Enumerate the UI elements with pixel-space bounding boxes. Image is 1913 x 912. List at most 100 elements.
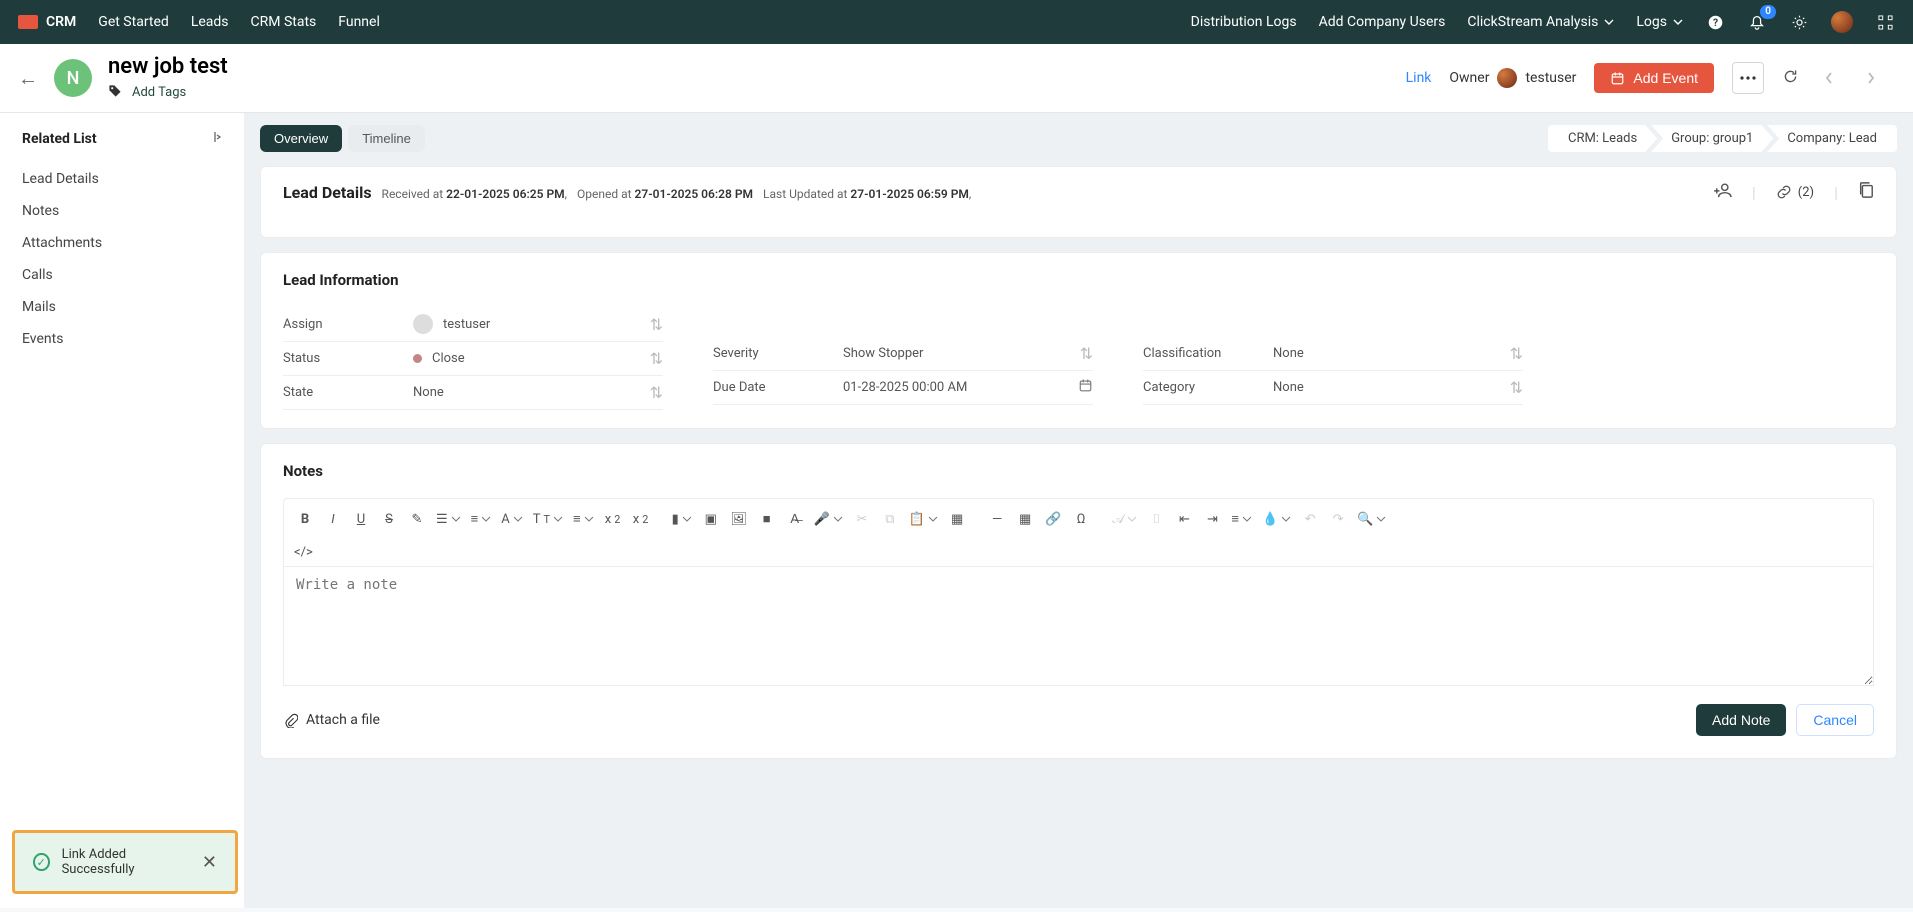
nav-clickstream-dropdown[interactable]: ClickStream Analysis: [1467, 14, 1614, 30]
settings-icon[interactable]: [1789, 12, 1809, 32]
paste-icon[interactable]: 📋: [905, 505, 942, 533]
back-arrow[interactable]: ←: [18, 66, 38, 91]
ul-list-icon[interactable]: ☰: [432, 505, 465, 533]
image-icon[interactable]: 🖼: [726, 505, 752, 533]
toast-close-icon[interactable]: ✕: [202, 852, 217, 873]
superscript-icon[interactable]: x2: [600, 505, 626, 533]
hr-icon[interactable]: —: [984, 505, 1010, 533]
prev-record-arrow[interactable]: [1817, 66, 1841, 90]
chevron-down-icon: [1604, 17, 1614, 27]
add-note-button[interactable]: Add Note: [1696, 704, 1786, 736]
sidebar-item-lead-details[interactable]: Lead Details: [22, 163, 222, 195]
script-a-icon[interactable]: 𝒜: [1108, 505, 1141, 533]
nav-logs-dropdown[interactable]: Logs: [1636, 14, 1683, 30]
note-actions: Add Note Cancel: [1696, 704, 1874, 736]
cut-icon[interactable]: ✂: [849, 505, 875, 533]
sidebar-item-attachments[interactable]: Attachments: [22, 227, 222, 259]
attach-file[interactable]: Attach a file: [283, 712, 380, 728]
field-status[interactable]: Status Close ⇅: [283, 342, 663, 376]
font-color-icon[interactable]: A: [497, 505, 526, 533]
help-icon[interactable]: ?: [1705, 12, 1725, 32]
droplet-icon[interactable]: 💧: [1258, 505, 1295, 533]
bold-icon[interactable]: B: [292, 505, 318, 533]
owner-block[interactable]: Owner testuser: [1449, 68, 1576, 88]
notes-textarea[interactable]: [283, 566, 1874, 686]
due-value: 01-28-2025 00:00 AM: [843, 380, 967, 395]
crumb-1[interactable]: CRM: Leads: [1548, 125, 1657, 152]
copy-icon[interactable]: ⧉: [877, 505, 903, 533]
embed-icon[interactable]: ▦: [944, 505, 970, 533]
cancel-note-button[interactable]: Cancel: [1796, 704, 1874, 736]
status-label: Status: [283, 351, 413, 366]
separator: |: [1752, 183, 1756, 202]
field-state[interactable]: State None ⇅: [283, 376, 663, 410]
nav-leads[interactable]: Leads: [191, 14, 229, 30]
links-count[interactable]: (2): [1776, 184, 1814, 200]
refresh-button[interactable]: [1782, 68, 1799, 89]
ellipsis-icon: [1739, 76, 1757, 80]
line-height-icon[interactable]: ≡: [569, 505, 598, 533]
field-severity[interactable]: Severity Show Stopper ⇅: [713, 337, 1093, 371]
check-circle-icon: ✓: [33, 853, 50, 871]
separator: |: [1834, 183, 1838, 202]
classification-value: None: [1273, 346, 1304, 361]
field-classification[interactable]: Classification None ⇅: [1143, 337, 1523, 371]
next-record-arrow[interactable]: [1859, 66, 1883, 90]
tab-overview[interactable]: Overview: [260, 125, 342, 152]
sidebar-item-notes[interactable]: Notes: [22, 195, 222, 227]
nav-get-started[interactable]: Get Started: [98, 14, 169, 30]
strike-icon[interactable]: S: [376, 505, 402, 533]
notifications-icon[interactable]: 0: [1747, 12, 1767, 32]
nav-distribution-logs[interactable]: Distribution Logs: [1191, 14, 1297, 30]
highlight-icon[interactable]: ✎: [404, 505, 430, 533]
copy-icon[interactable]: [1858, 181, 1874, 203]
file-icon[interactable]: ▣: [698, 505, 724, 533]
ol-list-icon[interactable]: ≡: [467, 505, 496, 533]
outdent-icon[interactable]: ⇤: [1171, 505, 1197, 533]
sidebar-item-mails[interactable]: Mails: [22, 291, 222, 323]
link-insert-icon[interactable]: 🔗: [1040, 505, 1066, 533]
tab-timeline[interactable]: Timeline: [348, 125, 425, 152]
align-icon[interactable]: ≡: [1227, 505, 1256, 533]
underline-icon[interactable]: U: [348, 505, 374, 533]
add-user-icon[interactable]: [1714, 182, 1732, 202]
crumb-3[interactable]: Company: Lead: [1767, 125, 1897, 152]
table-icon[interactable]: ▦: [1012, 505, 1038, 533]
italic-icon[interactable]: I: [320, 505, 346, 533]
omega-icon[interactable]: Ω: [1068, 505, 1094, 533]
toast-message: Link Added Successfully: [62, 847, 188, 877]
field-category[interactable]: Category None ⇅: [1143, 371, 1523, 405]
stamp-icon[interactable]: ⌷: [1143, 505, 1169, 533]
undo-icon[interactable]: ↶: [1297, 505, 1323, 533]
sidebar-item-calls[interactable]: Calls: [22, 259, 222, 291]
chevron-left-icon: [1824, 71, 1834, 85]
font-size-icon[interactable]: TT: [529, 505, 567, 533]
link-action[interactable]: Link: [1406, 70, 1432, 86]
zoom-icon[interactable]: 🔍: [1353, 505, 1390, 533]
add-event-button[interactable]: Add Event: [1594, 63, 1714, 93]
apps-grid-icon[interactable]: [1875, 12, 1895, 32]
sidebar-title: Related List: [22, 131, 222, 147]
mic-icon[interactable]: 🎤: [810, 505, 847, 533]
bookmark-icon[interactable]: ▮: [668, 505, 696, 533]
indent-icon[interactable]: ⇥: [1199, 505, 1225, 533]
clear-format-icon[interactable]: A̶: [782, 505, 808, 533]
sidebar-item-events[interactable]: Events: [22, 323, 222, 355]
field-due-date[interactable]: Due Date 01-28-2025 00:00 AM: [713, 371, 1093, 405]
sidebar-toggle-icon[interactable]: [212, 131, 222, 147]
crumb-2[interactable]: Group: group1: [1651, 125, 1773, 152]
field-assign[interactable]: Assign testuser ⇅: [283, 307, 663, 342]
redo-icon[interactable]: ↷: [1325, 505, 1351, 533]
add-tags-link[interactable]: Add Tags: [132, 85, 186, 100]
user-avatar[interactable]: [1831, 11, 1853, 33]
more-actions-button[interactable]: [1732, 62, 1764, 94]
nav-funnel[interactable]: Funnel: [338, 14, 380, 30]
code-view-toggle[interactable]: </>: [283, 539, 1874, 566]
notes-card: Notes B I U S ✎ ☰ ≡ A TT ≡ x2 x2 ▮ ▣ 🖼 ■…: [260, 443, 1897, 759]
notes-title: Notes: [283, 462, 1874, 480]
nav-add-company-users[interactable]: Add Company Users: [1319, 14, 1446, 30]
page-body: Related List Lead Details Notes Attachme…: [0, 113, 1913, 908]
video-icon[interactable]: ■: [754, 505, 780, 533]
nav-crm-stats[interactable]: CRM Stats: [251, 14, 317, 30]
subscript-icon[interactable]: x2: [628, 505, 654, 533]
